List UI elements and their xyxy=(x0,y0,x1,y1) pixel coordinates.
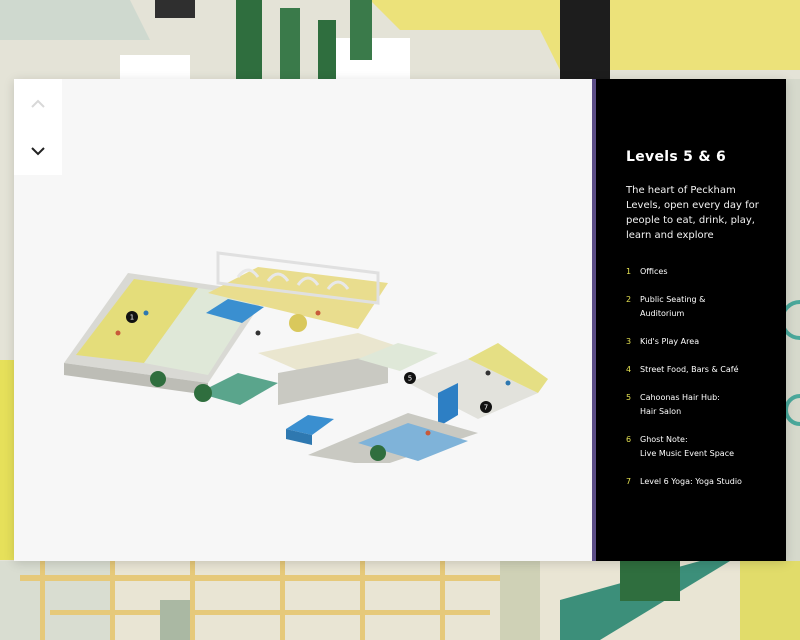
info-panel: Levels 5 & 6 The heart of Peckham Levels… xyxy=(592,79,786,561)
level-description: The heart of Peckham Levels, open every … xyxy=(626,185,759,241)
svg-text:5: 5 xyxy=(408,375,412,383)
legend-item[interactable]: 5 Cahoonas Hair Hub: Hair Salon xyxy=(626,391,772,419)
legend-number: 5 xyxy=(626,393,632,402)
legend-number: 6 xyxy=(626,435,632,444)
legend-number: 7 xyxy=(626,477,632,486)
legend-label: Level 6 Yoga: Yoga Studio xyxy=(640,477,742,486)
legend-label: Kid's Play Area xyxy=(640,337,700,346)
floor-plan-illustration: 1 5 6 7 xyxy=(64,251,548,463)
svg-text:1: 1 xyxy=(130,314,134,322)
level-navigation xyxy=(14,79,62,175)
level-title: Levels 5 & 6 xyxy=(626,149,727,165)
legend-number: 2 xyxy=(626,295,632,304)
map-pane: 1 5 6 7 xyxy=(14,79,592,561)
legend-label: Cahoonas Hair Hub: Hair Salon xyxy=(640,393,720,416)
legend-item[interactable]: 1 Offices xyxy=(626,265,772,279)
level-modal: 1 5 6 7 Levels 5 & 6 The heart of Peckha… xyxy=(14,79,786,561)
chevron-up-icon xyxy=(31,99,45,108)
legend-item[interactable]: 6 Ghost Note: Live Music Event Space xyxy=(626,433,772,461)
legend-label: Offices xyxy=(640,267,668,276)
previous-level-button[interactable] xyxy=(14,79,62,127)
legend-label: Ghost Note: Live Music Event Space xyxy=(640,435,735,458)
chevron-down-icon xyxy=(31,146,45,155)
legend-number: 3 xyxy=(626,337,632,346)
legend-item[interactable]: 3 Kid's Play Area xyxy=(626,335,772,349)
map-marker-5[interactable]: 5 xyxy=(404,372,416,384)
legend-number: 4 xyxy=(626,365,632,374)
legend-item[interactable]: 4 Street Food, Bars & Café xyxy=(626,363,772,377)
legend-label: Public Seating & Auditorium xyxy=(640,295,706,318)
legend-label: Street Food, Bars & Café xyxy=(640,365,739,374)
legend-item[interactable]: 2 Public Seating & Auditorium xyxy=(626,293,772,321)
map-marker-7[interactable]: 7 xyxy=(480,401,492,413)
next-level-button[interactable] xyxy=(14,127,62,175)
legend-item[interactable]: 7 Level 6 Yoga: Yoga Studio xyxy=(626,475,772,489)
legend-list: 1 Offices 2 Public Seating & Auditorium … xyxy=(626,265,772,489)
svg-text:7: 7 xyxy=(484,404,488,412)
legend-number: 1 xyxy=(626,267,632,276)
map-marker-1[interactable]: 1 xyxy=(126,311,138,323)
